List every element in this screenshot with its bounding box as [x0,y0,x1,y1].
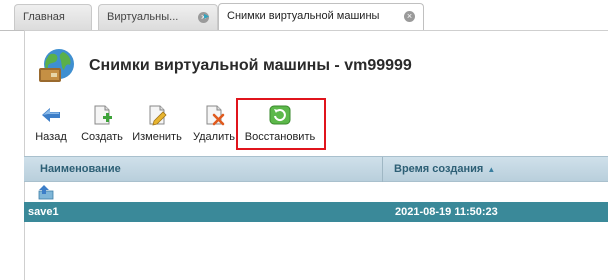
delete-button[interactable]: Удалить [192,104,236,146]
column-header-name[interactable]: Наименование [40,157,121,182]
chevron-right-icon: ▸ [204,11,210,22]
back-label: Назад [35,131,67,143]
page-title: Снимки виртуальной машины - vm99999 [89,57,412,74]
edit-document-icon [149,105,167,126]
tab-vm-snapshots[interactable]: Снимки виртуальной машины × [218,3,424,31]
tab-home-label: Главная [23,11,65,23]
snapshot-created-time: 2021-08-19 11:50:23 [395,206,498,218]
delete-label: Удалить [193,131,235,143]
delete-document-icon [206,105,225,126]
tab-vm-snapshots-label: Снимки виртуальной машины [227,10,380,22]
tab-virtual-machines-label: Виртуальны... [107,11,179,23]
tab-home[interactable]: Главная [14,4,92,30]
close-icon[interactable]: × [404,11,415,22]
edit-button[interactable]: Изменить [131,104,183,146]
snapshot-name: save1 [28,206,59,218]
column-header-created[interactable]: Время создания ▲ [394,157,495,182]
add-document-icon [94,105,112,125]
globe-icon [39,49,74,82]
folder-up-icon [38,185,54,200]
edit-label: Изменить [132,131,182,143]
arrow-left-icon [42,108,60,122]
sort-ascending-icon: ▲ [487,165,496,174]
parent-level-row[interactable] [24,182,608,202]
restore-highlight-box [236,98,326,150]
back-button[interactable]: Назад [34,104,68,146]
column-divider [382,157,383,182]
create-label: Создать [81,131,123,143]
tab-virtual-machines[interactable]: Виртуальны... × [98,4,218,30]
column-header-created-label: Время создания [394,163,484,175]
create-button[interactable]: Создать [80,104,124,146]
table-header: Наименование Время создания ▲ [24,156,608,182]
tab-bar: Главная Виртуальны... × ▸ Снимки виртуал… [0,0,608,32]
table-row[interactable]: save1 2021-08-19 11:50:23 [24,202,608,222]
